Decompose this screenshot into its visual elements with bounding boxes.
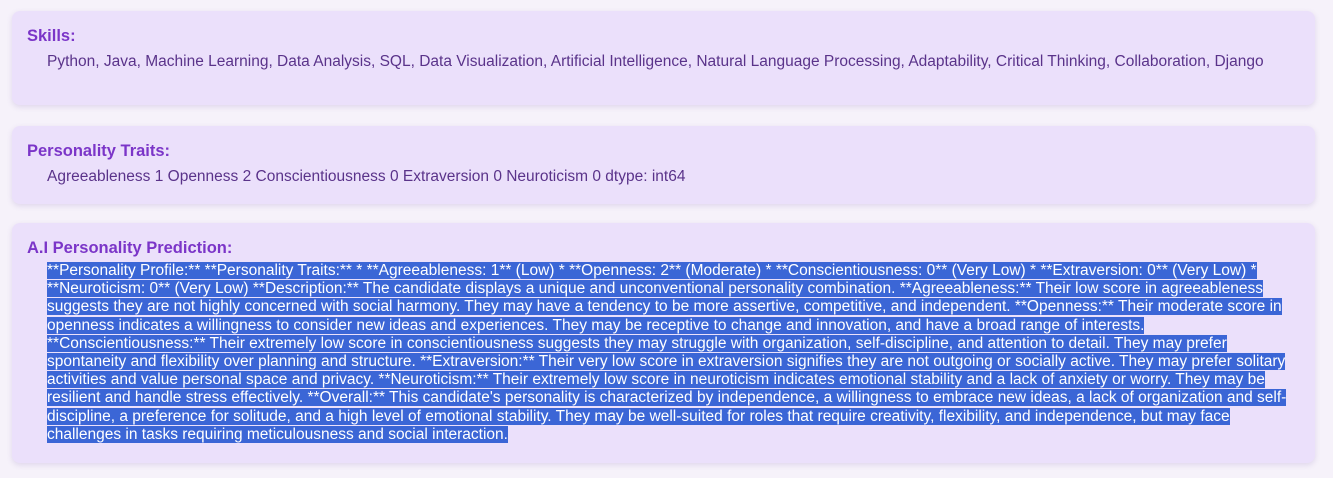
ai-prediction-title: A.I Personality Prediction: xyxy=(27,239,233,257)
ai-prediction-card: A.I Personality Prediction: **Personalit… xyxy=(12,223,1315,463)
personality-traits-card: Personality Traits: Agreeableness 1 Open… xyxy=(12,126,1315,204)
personality-traits-text: Agreeableness 1 Openness 2 Conscientious… xyxy=(47,168,686,185)
skills-text: Python, Java, Machine Learning, Data Ana… xyxy=(47,53,1264,70)
ai-prediction-text-block[interactable]: **Personality Profile:** **Personality T… xyxy=(47,262,1300,444)
selected-prediction-text[interactable]: **Personality Profile:** **Personality T… xyxy=(47,262,1287,443)
skills-title: Skills: xyxy=(27,27,76,45)
skills-card: Skills: Python, Java, Machine Learning, … xyxy=(12,11,1315,105)
personality-traits-title: Personality Traits: xyxy=(27,142,171,160)
